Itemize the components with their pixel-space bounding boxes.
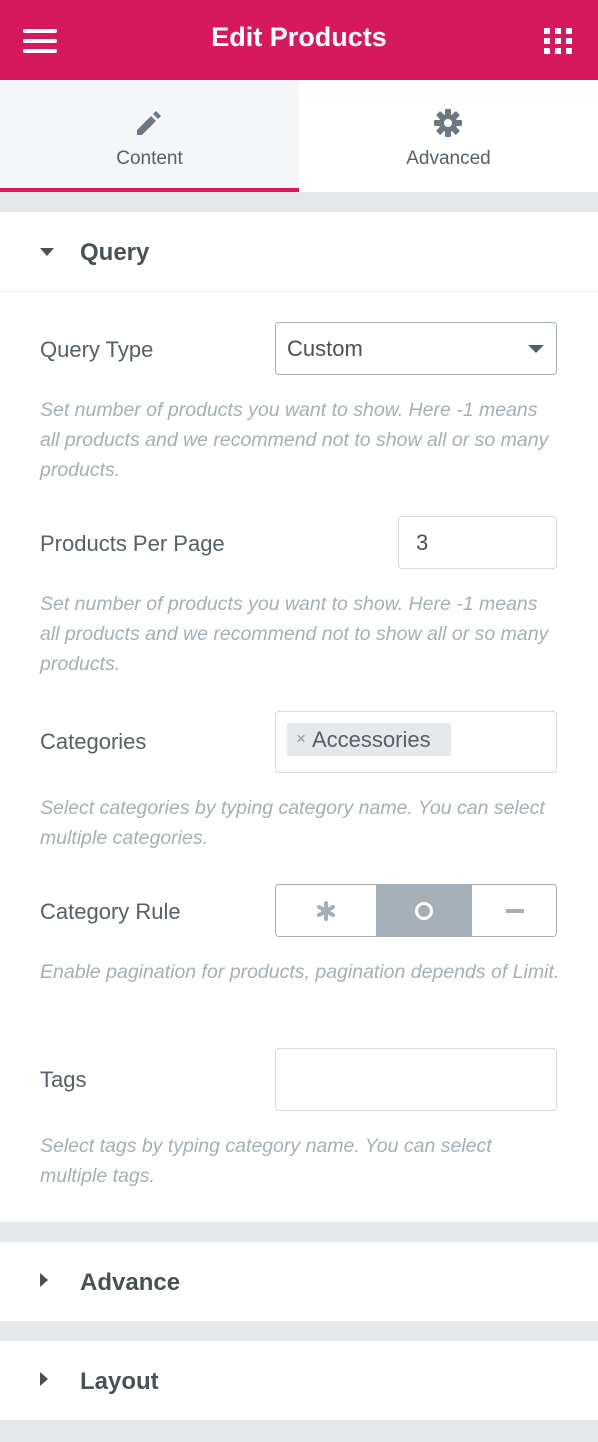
category-rule-label: Category Rule <box>40 899 181 924</box>
tab-advanced[interactable]: Advanced <box>299 80 598 192</box>
query-type-select[interactable]: Custom <box>275 322 557 375</box>
caret-down-icon <box>40 248 54 256</box>
category-rule-option-in[interactable] <box>377 885 472 936</box>
category-rule-description: Enable pagination for products, paginati… <box>40 961 560 983</box>
category-tag-label: Accessories <box>312 727 431 752</box>
products-per-page-description: Set number of products you want to show.… <box>40 593 549 675</box>
products-per-page-input[interactable] <box>398 516 557 569</box>
circle-icon <box>415 902 433 920</box>
categories-label: Categories <box>40 729 147 754</box>
query-type-value: Custom <box>287 336 363 361</box>
tags-description: Select tags by typing category name. You… <box>40 1135 492 1187</box>
layout-section-header[interactable]: Layout <box>0 1341 598 1421</box>
category-rule-option-any[interactable] <box>276 885 377 936</box>
tab-content[interactable]: Content <box>0 80 299 192</box>
tab-advanced-label: Advanced <box>406 148 491 169</box>
remove-tag-icon[interactable]: × <box>296 729 306 749</box>
category-rule-choices <box>275 884 557 937</box>
editor-header: Edit Products <box>0 0 598 80</box>
advance-section-title: Advance <box>80 1269 181 1296</box>
query-type-description: Set number of products you want to show.… <box>40 399 549 481</box>
query-type-label: Query Type <box>40 337 154 362</box>
categories-description: Select categories by typing category nam… <box>40 797 545 849</box>
asterisk-icon <box>317 901 335 921</box>
categories-input[interactable]: × Accessories <box>275 711 557 773</box>
layout-section: Layout <box>0 1341 598 1420</box>
advance-section: Advance <box>0 1242 598 1321</box>
advance-section-header[interactable]: Advance <box>0 1242 598 1322</box>
chevron-down-icon <box>528 345 544 353</box>
layout-section-title: Layout <box>80 1368 159 1395</box>
panel-title: Edit Products <box>211 22 387 52</box>
caret-right-icon <box>40 1372 48 1386</box>
tab-content-label: Content <box>116 148 183 169</box>
query-section-header[interactable]: Query <box>0 212 598 292</box>
minus-icon <box>506 909 524 913</box>
category-tag: × Accessories <box>287 723 451 756</box>
gear-icon <box>434 109 462 137</box>
products-per-page-label: Products Per Page <box>40 531 225 556</box>
grid-icon[interactable] <box>544 28 572 54</box>
caret-right-icon <box>40 1273 48 1287</box>
tags-input[interactable] <box>275 1048 557 1111</box>
panel-tabs: Content Advanced <box>0 80 598 192</box>
tags-label: Tags <box>40 1067 87 1092</box>
category-rule-option-not-in[interactable] <box>472 885 556 936</box>
pencil-icon <box>137 111 161 135</box>
query-section-title: Query <box>80 239 150 266</box>
